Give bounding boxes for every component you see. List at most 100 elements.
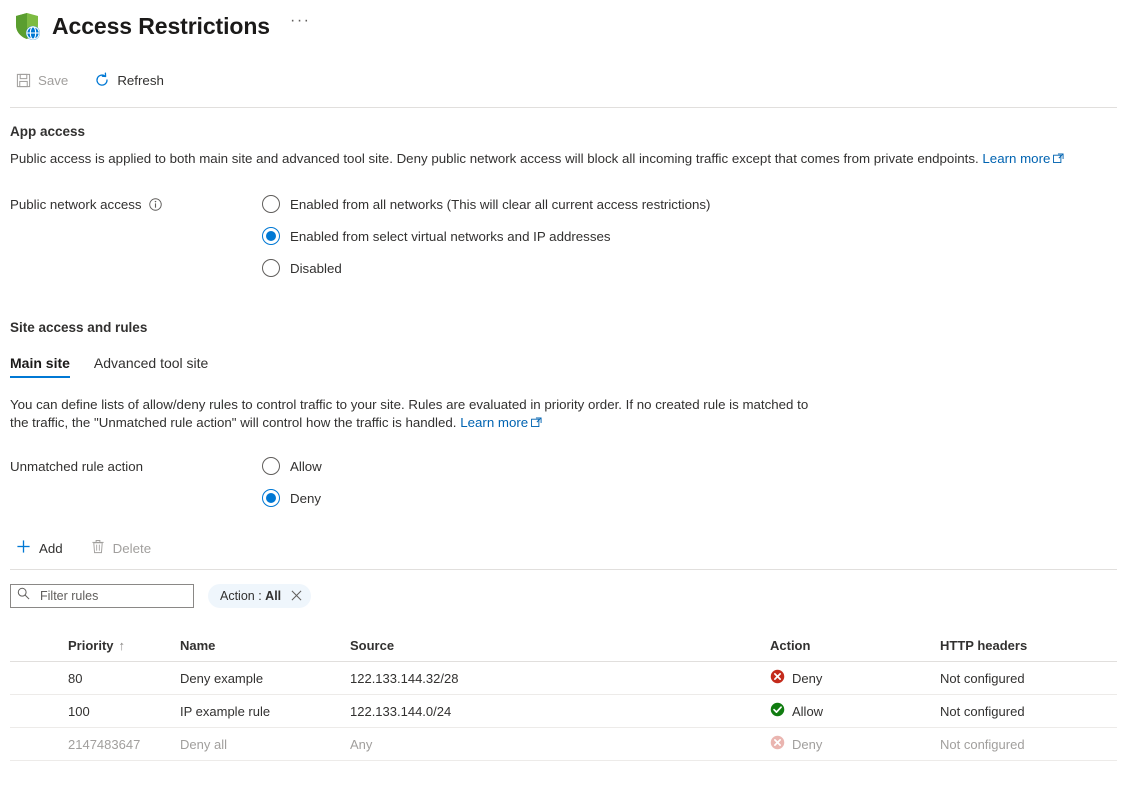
delete-rule-button[interactable]: Delete: [89, 535, 153, 561]
site-access-description-line2: the traffic, the "Unmatched rule action"…: [10, 415, 457, 430]
site-access-description: You can define lists of allow/deny rules…: [0, 396, 1100, 433]
radio-unmatched-deny[interactable]: Deny: [262, 489, 322, 507]
filter-rules-search-box[interactable]: [10, 584, 194, 608]
refresh-button[interactable]: Refresh: [92, 67, 174, 93]
cell-priority: 80: [68, 670, 83, 686]
app-access-description-text: Public access is applied to both main si…: [10, 151, 979, 166]
radio-enabled-select-networks-label: Enabled from select virtual networks and…: [290, 228, 611, 244]
allow-icon: [770, 702, 785, 720]
plus-icon: [16, 539, 31, 557]
more-menu-button[interactable]: ···: [286, 13, 314, 29]
filter-pill-action[interactable]: Action : All: [208, 584, 312, 608]
app-access-description: Public access is applied to both main si…: [0, 150, 1100, 169]
cell-priority: 2147483647: [68, 736, 141, 752]
filter-pill-text: Action : All: [220, 589, 281, 603]
radio-unmatched-allow[interactable]: Allow: [262, 457, 322, 475]
column-header-http-headers[interactable]: HTTP headers: [940, 638, 1117, 653]
cell-action-label: Allow: [792, 703, 824, 719]
sort-ascending-icon: ↑: [118, 638, 126, 653]
radio-unmatched-allow-control[interactable]: [262, 457, 280, 475]
site-access-learn-more-link[interactable]: Learn more: [460, 415, 542, 430]
unmatched-rule-action-label: Unmatched rule action: [10, 459, 144, 474]
cell-name: IP example rule: [180, 703, 271, 719]
app-access-learn-more-link[interactable]: Learn more: [982, 151, 1064, 166]
site-access-learn-more-label: Learn more: [460, 415, 529, 430]
refresh-button-label: Refresh: [117, 72, 164, 88]
rules-toolbar: Add Delete: [0, 535, 1127, 561]
radio-enabled-select-networks[interactable]: Enabled from select virtual networks and…: [262, 227, 710, 245]
refresh-icon: [94, 72, 110, 88]
save-button[interactable]: Save: [14, 68, 78, 93]
cell-http-headers: Not configured: [940, 703, 1025, 719]
add-rule-button-label: Add: [39, 540, 63, 556]
radio-disabled[interactable]: Disabled: [262, 259, 710, 277]
info-icon[interactable]: [149, 198, 162, 214]
page-title: Access Restrictions: [52, 12, 270, 39]
table-row[interactable]: 80 Deny example 122.133.144.32/28 Deny N…: [10, 662, 1117, 695]
public-network-access-label: Public network access: [10, 195, 262, 277]
radio-enabled-all-networks-control[interactable]: [262, 195, 280, 213]
cell-source: 122.133.144.0/24: [350, 703, 452, 719]
add-rule-button[interactable]: Add: [14, 535, 65, 561]
close-icon[interactable]: [291, 590, 302, 603]
radio-enabled-all-networks-label: Enabled from all networks (This will cle…: [290, 196, 711, 212]
radio-disabled-label: Disabled: [290, 260, 342, 276]
radio-enabled-all-networks[interactable]: Enabled from all networks (This will cle…: [262, 195, 710, 213]
cell-priority: 100: [68, 703, 90, 719]
cell-action: Deny: [770, 735, 940, 753]
rules-grid: Priority ↑ Name Source Action HTTP header…: [0, 630, 1127, 761]
site-tabs: Main site Advanced tool site: [0, 355, 1127, 378]
deny-icon: [770, 735, 785, 753]
unmatched-rule-action-field: Unmatched rule action Allow Deny: [0, 457, 1127, 507]
radio-unmatched-deny-label: Deny: [290, 490, 322, 506]
tab-advanced-tool-site[interactable]: Advanced tool site: [94, 355, 208, 378]
app-access-heading: App access: [10, 124, 86, 139]
cell-name: Deny all: [180, 736, 227, 752]
tab-advanced-tool-site-label: Advanced tool site: [93, 355, 209, 371]
shield-globe-icon: [10, 10, 42, 42]
delete-rule-button-label: Delete: [112, 540, 152, 556]
public-network-access-radio-group: Enabled from all networks (This will cle…: [262, 195, 710, 277]
public-network-access-field: Public network access Enabled from all n…: [0, 195, 1127, 277]
save-button-label: Save: [38, 72, 69, 88]
blade-header: Access Restrictions ···: [0, 0, 1127, 46]
rules-grid-header: Priority ↑ Name Source Action HTTP header…: [10, 630, 1117, 662]
external-link-icon: [531, 415, 542, 433]
public-network-access-label-text: Public network access: [10, 197, 142, 212]
external-link-icon: [1053, 151, 1064, 169]
tab-main-site-label: Main site: [10, 355, 70, 371]
cell-name: Deny example: [180, 670, 264, 686]
radio-unmatched-allow-label: Allow: [290, 458, 322, 474]
site-access-heading: Site access and rules: [10, 320, 148, 335]
cell-action-label: Deny: [792, 670, 823, 686]
access-restrictions-blade: Access Restrictions ··· Save Refresh App…: [0, 0, 1127, 803]
tab-main-site[interactable]: Main site: [10, 355, 70, 378]
table-row[interactable]: 100 IP example rule 122.133.144.0/24 All…: [10, 695, 1117, 728]
cell-action: Allow: [770, 702, 940, 720]
column-header-priority[interactable]: Priority ↑: [10, 638, 180, 653]
cell-action-label: Deny: [792, 736, 823, 752]
column-header-priority-label: Priority: [68, 638, 114, 653]
cell-source: 122.133.144.32/28: [350, 670, 459, 686]
table-row: 2147483647 Deny all Any Deny Not configu…: [10, 728, 1117, 761]
rules-toolbar-divider: [10, 569, 1117, 570]
search-input[interactable]: [38, 588, 187, 604]
cell-action: Deny: [770, 669, 940, 687]
filter-pill-prefix: Action :: [220, 589, 262, 603]
trash-icon: [91, 539, 105, 557]
search-icon: [17, 587, 30, 605]
column-header-source[interactable]: Source: [350, 638, 770, 653]
unmatched-rule-action-radio-group: Allow Deny: [262, 457, 322, 507]
site-access-description-line1: You can define lists of allow/deny rules…: [10, 397, 809, 412]
radio-enabled-select-networks-control[interactable]: [262, 227, 280, 245]
deny-icon: [770, 669, 785, 687]
radio-disabled-control[interactable]: [262, 259, 280, 277]
command-bar-divider: [10, 107, 1117, 108]
radio-unmatched-deny-control[interactable]: [262, 489, 280, 507]
save-icon: [16, 73, 31, 88]
column-header-action[interactable]: Action: [770, 638, 940, 653]
filter-pill-value: All: [265, 589, 282, 603]
cell-source: Any: [350, 736, 373, 752]
rules-filter-bar: Action : All: [0, 584, 1127, 608]
column-header-name[interactable]: Name: [180, 638, 350, 653]
